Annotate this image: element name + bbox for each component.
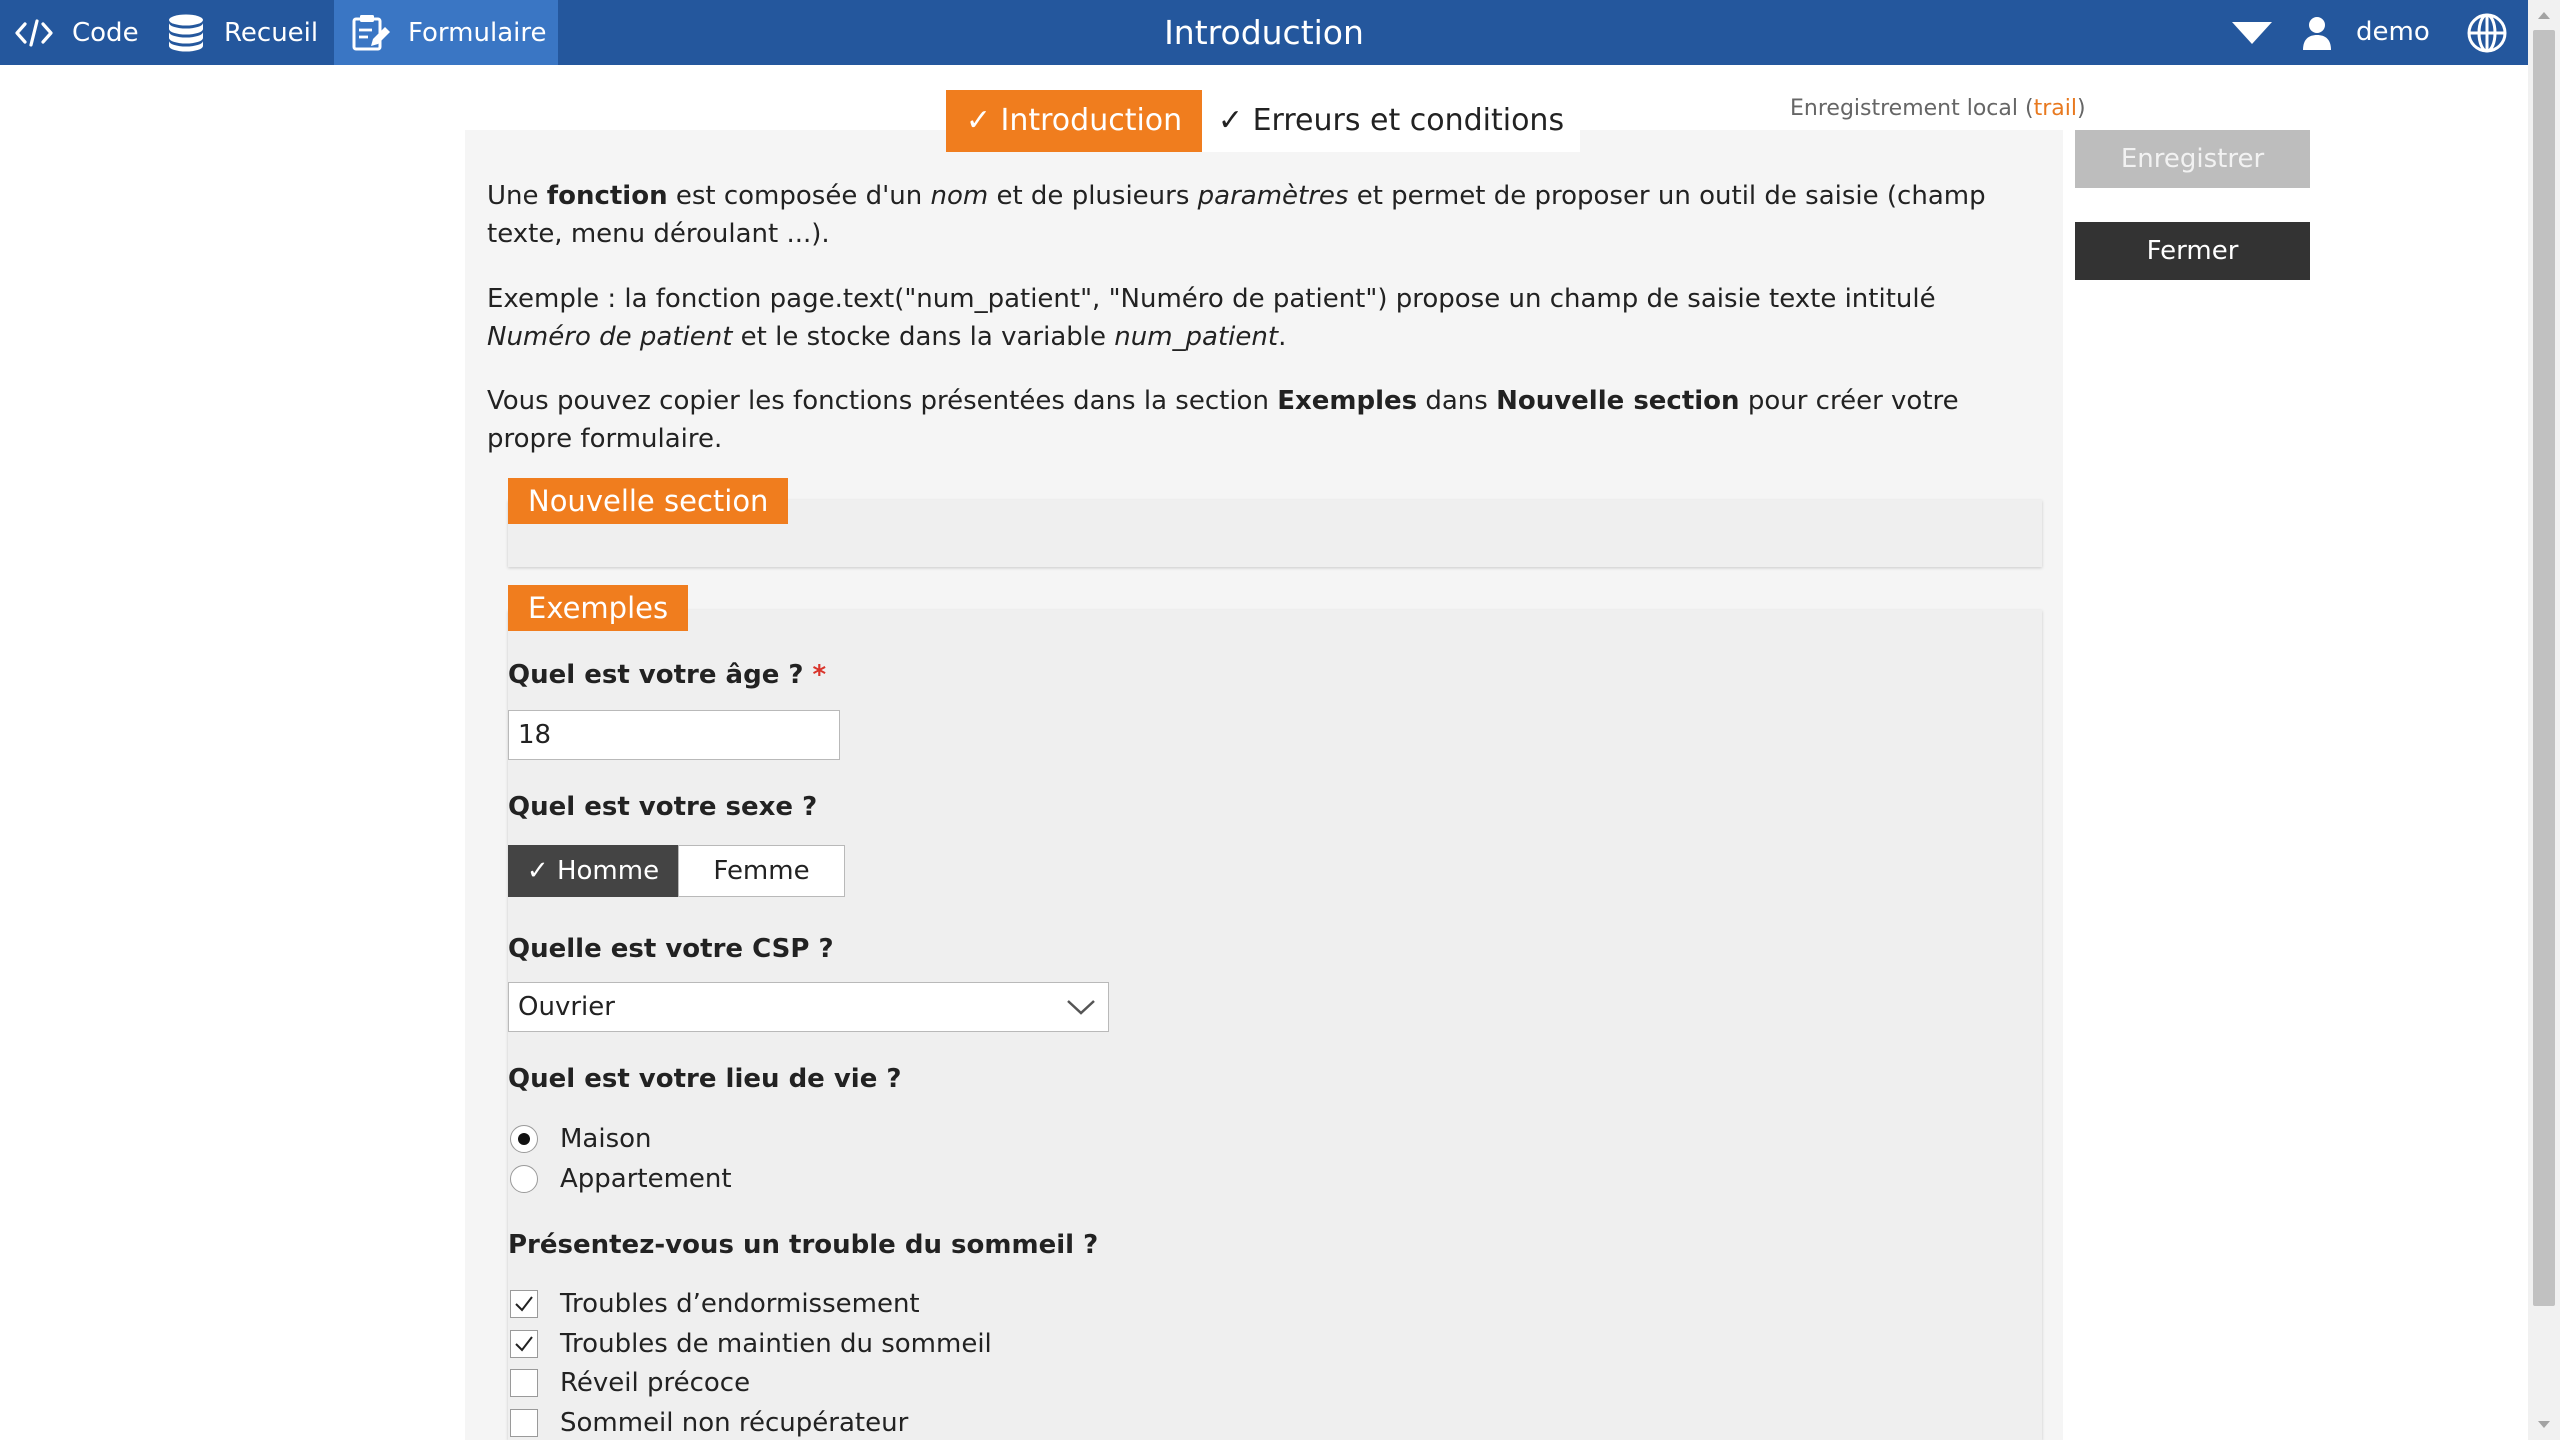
local-save-status: Enregistrement local (trail)	[1790, 96, 2086, 121]
radio-option-maison[interactable]: Maison	[510, 1122, 652, 1156]
intro-paragraph-1: Une fonction est composée d'un nom et de…	[487, 181, 1986, 249]
dropdown-triangle-icon[interactable]	[2232, 22, 2272, 44]
database-icon	[169, 14, 203, 51]
nav-recueil[interactable]: Recueil	[166, 0, 334, 65]
vertical-scrollbar[interactable]	[2528, 0, 2560, 1440]
local-save-suffix: )	[2076, 96, 2086, 121]
radio-option-appartement[interactable]: Appartement	[510, 1162, 732, 1196]
user-icon[interactable]	[2302, 16, 2332, 50]
nav-recueil-label: Recueil	[224, 17, 319, 48]
csp-select[interactable]: Ouvrier	[508, 982, 1109, 1032]
nav-code-label: Code	[72, 17, 139, 48]
save-button[interactable]: Enregistrer	[2075, 130, 2310, 188]
chevron-down-icon	[1067, 1000, 1095, 1015]
globe-icon[interactable]	[2466, 12, 2508, 54]
scroll-up-arrow-icon[interactable]	[2528, 0, 2560, 30]
close-button[interactable]: Fermer	[2075, 222, 2310, 280]
radio-button-selected[interactable]	[510, 1125, 538, 1153]
checkbox-label: Troubles de maintien du sommeil	[560, 1329, 992, 1359]
nav-code[interactable]: Code	[0, 0, 152, 65]
examples-section-title: Exemples	[508, 585, 689, 631]
sommeil-question: Présentez-vous un trouble du sommeil ?	[508, 1230, 1099, 1260]
radio-label-maison: Maison	[560, 1124, 652, 1154]
age-question: Quel est votre âge ? *	[508, 660, 827, 690]
sexe-question: Quel est votre sexe ?	[508, 792, 818, 822]
csp-selected-value: Ouvrier	[518, 992, 615, 1022]
age-input[interactable]: 18	[508, 710, 840, 760]
scrollbar-thumb[interactable]	[2533, 30, 2555, 1306]
checkbox-label: Réveil précoce	[560, 1368, 751, 1398]
checkbox-option[interactable]: Sommeil non récupérateur	[510, 1406, 908, 1440]
new-section-title: Nouvelle section	[508, 478, 789, 524]
tab-erreurs-conditions[interactable]: ✓ Erreurs et conditions	[1202, 90, 1580, 152]
checkbox-label: Troubles d’endormissement	[560, 1289, 920, 1319]
nav-formulaire-label: Formulaire	[408, 17, 547, 48]
radio-label-appartement: Appartement	[560, 1164, 732, 1194]
csp-question: Quelle est votre CSP ?	[508, 934, 834, 964]
nav-formulaire[interactable]: Formulaire	[334, 0, 558, 65]
checkmark-icon	[515, 1336, 533, 1352]
checkbox-checked[interactable]	[510, 1330, 538, 1358]
form-edit-icon	[352, 14, 390, 50]
checkmark-icon	[515, 1296, 533, 1312]
checkbox-unchecked[interactable]	[510, 1409, 538, 1437]
checkbox-option[interactable]: Troubles d’endormissement	[510, 1287, 920, 1321]
radio-button[interactable]	[510, 1165, 538, 1193]
intro-paragraph-2: Exemple : la fonction page.text("num_pat…	[487, 284, 1936, 352]
checkbox-unchecked[interactable]	[510, 1369, 538, 1397]
local-save-trail-link[interactable]: trail	[2034, 96, 2077, 121]
user-name[interactable]: demo	[2356, 0, 2430, 65]
intro-paragraph-3: Vous pouvez copier les fonctions présent…	[487, 386, 1959, 454]
code-icon	[15, 18, 53, 47]
sexe-option-femme[interactable]: Femme	[678, 845, 845, 897]
checkbox-label: Sommeil non récupérateur	[560, 1408, 909, 1438]
checkbox-checked[interactable]	[510, 1290, 538, 1318]
lieu-question: Quel est votre lieu de vie ?	[508, 1064, 902, 1094]
sexe-option-homme[interactable]: ✓ Homme	[508, 845, 678, 897]
checkbox-option[interactable]: Troubles de maintien du sommeil	[510, 1327, 992, 1361]
scroll-down-arrow-icon[interactable]	[2528, 1410, 2560, 1440]
checkbox-option[interactable]: Réveil précoce	[510, 1366, 750, 1400]
local-save-prefix: Enregistrement local (	[1790, 96, 2034, 121]
tab-introduction[interactable]: ✓ Introduction	[946, 90, 1202, 152]
top-navigation-bar: Code Recueil Formulaire Introduction dem…	[0, 0, 2528, 65]
required-marker: *	[812, 660, 827, 690]
